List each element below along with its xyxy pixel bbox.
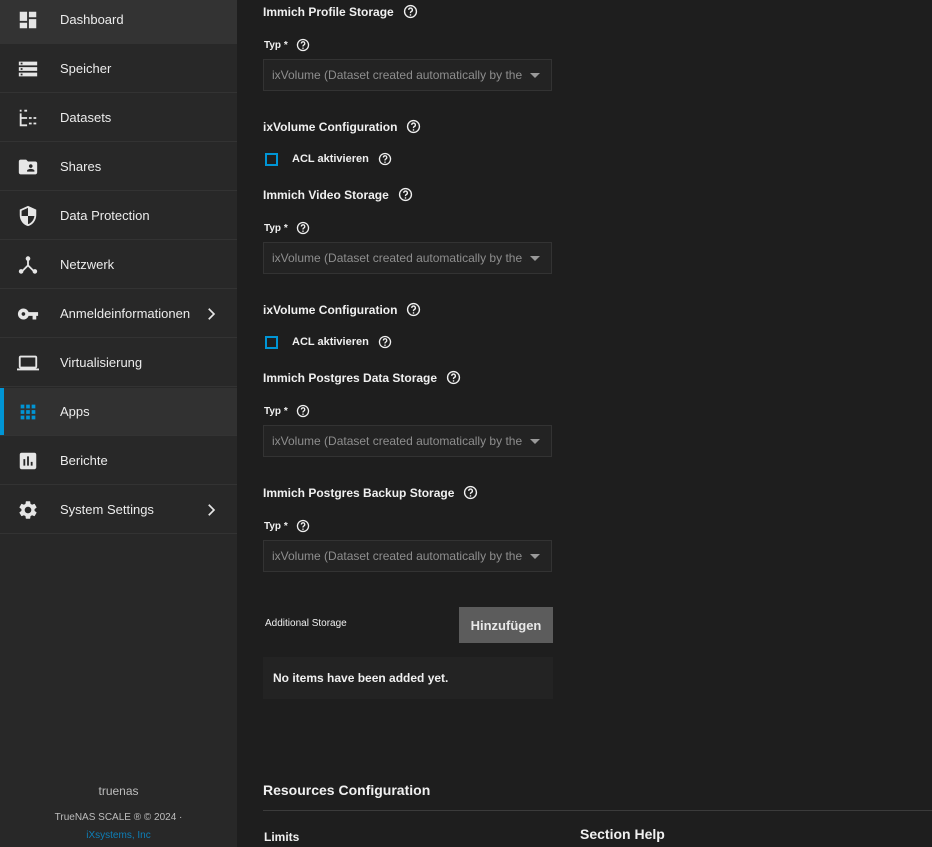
- sidebar-item-label: System Settings: [60, 502, 154, 517]
- field-label-text: Typ *: [264, 222, 288, 234]
- sidebar-item-label: Anmeldeinformationen: [60, 306, 191, 321]
- footer-company-link[interactable]: iXsystems, Inc: [0, 830, 237, 841]
- gear-icon: [17, 499, 39, 521]
- field-label-text: Typ *: [264, 405, 288, 417]
- dropdown-arrow-icon: [530, 554, 540, 559]
- field-label-text: Typ *: [264, 520, 288, 532]
- limits-label: Limits: [264, 830, 300, 844]
- sidebar-item-virtualisierung[interactable]: Virtualisierung: [0, 339, 237, 387]
- footer-hostname: truenas: [98, 784, 139, 798]
- help-icon[interactable]: [296, 519, 310, 533]
- section-title-text: ixVolume Configuration: [263, 302, 398, 317]
- dropdown-arrow-icon: [530, 439, 540, 444]
- sidebar-item-dashboard[interactable]: Dashboard: [0, 0, 237, 44]
- sidebar-item-label: Shares: [60, 159, 102, 174]
- postgres-backup-storage-title: Immich Postgres Backup Storage: [263, 485, 478, 500]
- help-icon[interactable]: [446, 370, 461, 385]
- select-value: ixVolume (Dataset created automatically …: [272, 251, 526, 265]
- divider: [263, 810, 932, 811]
- sidebar-item-system-settings[interactable]: System Settings: [0, 486, 237, 534]
- reports-chart-icon: [17, 450, 39, 472]
- sidebar-item-speicher[interactable]: Speicher: [0, 45, 237, 93]
- chevron-right-icon: [202, 305, 220, 323]
- sidebar-item-label: Virtualisierung: [60, 355, 143, 370]
- dashboard-icon: [17, 9, 39, 31]
- select-value: ixVolume (Dataset created automatically …: [272, 434, 526, 448]
- apps-grid-icon: [17, 401, 39, 423]
- video-storage-title: Immich Video Storage: [263, 187, 413, 202]
- help-icon[interactable]: [296, 38, 310, 52]
- help-icon[interactable]: [403, 4, 418, 19]
- shield-icon: [17, 205, 39, 227]
- checkbox-label: ACL aktivieren: [292, 153, 369, 165]
- section-title-text: Immich Video Storage: [263, 187, 389, 202]
- additional-storage-label: Additional Storage: [265, 618, 347, 629]
- app-config-form: Immich Profile Storage Typ * ixVolume (D…: [237, 0, 932, 847]
- datasets-icon: [17, 107, 39, 129]
- field-label-text: Typ *: [264, 39, 288, 51]
- help-icon[interactable]: [406, 302, 421, 317]
- sidebar-item-anmeldeinformationen[interactable]: Anmeldeinformationen: [0, 290, 237, 338]
- dropdown-arrow-icon: [530, 256, 540, 261]
- laptop-icon: [17, 352, 39, 374]
- sidebar-item-label: Dashboard: [60, 12, 124, 27]
- sidebar-item-data-protection[interactable]: Data Protection: [0, 192, 237, 240]
- help-icon[interactable]: [296, 404, 310, 418]
- help-icon[interactable]: [463, 485, 478, 500]
- video-storage-type-select[interactable]: ixVolume (Dataset created automatically …: [263, 242, 552, 274]
- help-icon[interactable]: [398, 187, 413, 202]
- sidebar-item-netzwerk[interactable]: Netzwerk: [0, 241, 237, 289]
- acl-enable-checkbox-1[interactable]: ACL aktivieren: [265, 152, 392, 166]
- sidebar-item-label: Apps: [60, 404, 90, 419]
- ixvolume-config-title-1: ixVolume Configuration: [263, 119, 421, 134]
- storage-icon: [17, 58, 39, 80]
- video-storage-type-label: Typ *: [264, 221, 310, 235]
- resources-config-title: Resources Configuration: [263, 782, 431, 798]
- help-icon[interactable]: [378, 335, 392, 349]
- acl-enable-checkbox-2[interactable]: ACL aktivieren: [265, 335, 392, 349]
- select-value: ixVolume (Dataset created automatically …: [272, 68, 526, 82]
- profile-storage-title: Immich Profile Storage: [263, 4, 418, 19]
- add-storage-button[interactable]: Hinzufügen: [459, 607, 553, 643]
- dropdown-arrow-icon: [530, 73, 540, 78]
- postgres-backup-storage-type-select[interactable]: ixVolume (Dataset created automatically …: [263, 540, 552, 572]
- postgres-backup-storage-type-label: Typ *: [264, 519, 310, 533]
- checkbox[interactable]: [265, 152, 278, 166]
- profile-storage-type-label: Typ *: [264, 38, 310, 52]
- sidebar-item-shares[interactable]: Shares: [0, 143, 237, 191]
- help-icon[interactable]: [406, 119, 421, 134]
- sidebar-item-label: Netzwerk: [60, 257, 115, 272]
- empty-list-message: No items have been added yet.: [273, 671, 449, 685]
- section-help-title: Section Help: [580, 826, 665, 842]
- section-title-text: Immich Postgres Backup Storage: [263, 485, 455, 500]
- postgres-data-storage-type-label: Typ *: [264, 404, 310, 418]
- footer-copyright: TrueNAS SCALE ® © 2024 ·: [54, 812, 183, 823]
- chevron-right-icon: [202, 501, 220, 519]
- sidebar-item-label: Data Protection: [60, 208, 150, 223]
- sidebar: Dashboard Speicher Datasets Shares Data …: [0, 0, 237, 847]
- section-title-text: Immich Profile Storage: [263, 4, 394, 19]
- network-icon: [17, 254, 39, 276]
- help-icon[interactable]: [296, 221, 310, 235]
- help-icon[interactable]: [378, 152, 392, 166]
- profile-storage-type-select[interactable]: ixVolume (Dataset created automatically …: [263, 59, 552, 91]
- key-icon: [17, 303, 39, 325]
- section-title-text: ixVolume Configuration: [263, 119, 398, 134]
- sidebar-item-label: Datasets: [60, 110, 112, 125]
- ixvolume-config-title-2: ixVolume Configuration: [263, 302, 421, 317]
- sidebar-item-berichte[interactable]: Berichte: [0, 437, 237, 485]
- postgres-data-storage-type-select[interactable]: ixVolume (Dataset created automatically …: [263, 425, 552, 457]
- sidebar-item-label: Speicher: [60, 61, 112, 76]
- select-value: ixVolume (Dataset created automatically …: [272, 549, 526, 563]
- sidebar-item-label: Berichte: [60, 453, 108, 468]
- section-title-text: Immich Postgres Data Storage: [263, 370, 438, 385]
- postgres-data-storage-title: Immich Postgres Data Storage: [263, 370, 461, 385]
- sidebar-item-datasets[interactable]: Datasets: [0, 94, 237, 142]
- additional-storage-list: No items have been added yet.: [263, 657, 553, 699]
- checkbox-label: ACL aktivieren: [292, 336, 369, 348]
- checkbox[interactable]: [265, 335, 278, 349]
- shares-folder-icon: [17, 156, 39, 178]
- sidebar-item-apps[interactable]: Apps: [0, 388, 237, 436]
